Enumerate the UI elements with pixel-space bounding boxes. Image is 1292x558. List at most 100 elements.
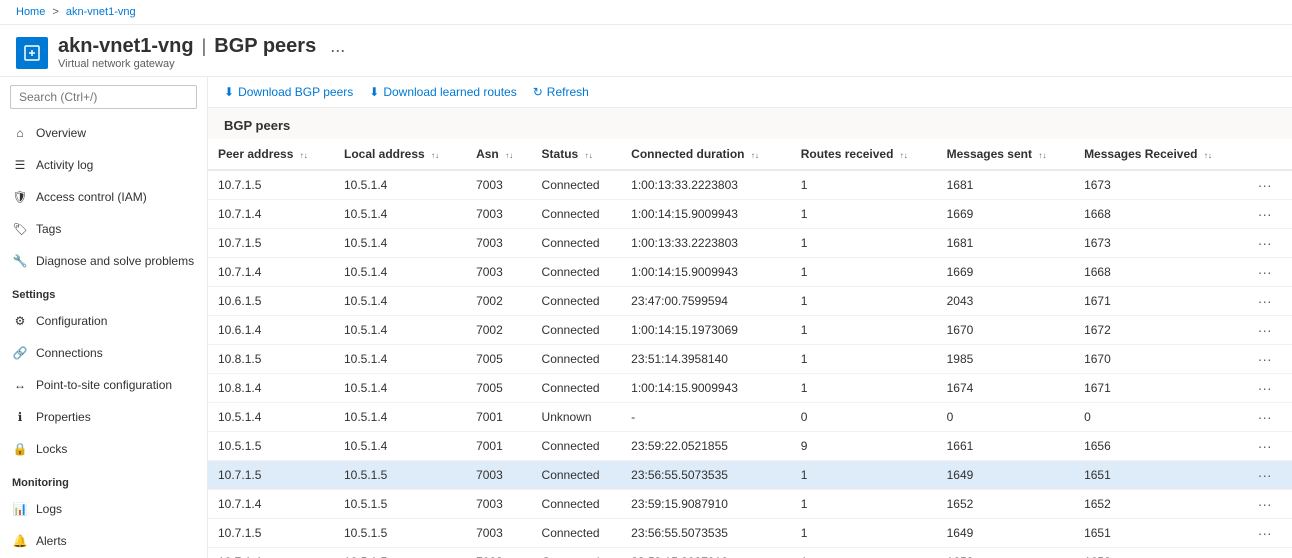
sidebar-item-alerts[interactable]: 🔔 Alerts [0,525,207,557]
col-local-address[interactable]: Local address ↑↓ [334,139,466,170]
cell-row-menu[interactable]: ··· [1244,461,1292,490]
cell-asn: 7003 [466,229,531,258]
col-actions [1244,139,1292,170]
cell-row-menu[interactable]: ··· [1244,432,1292,461]
row-context-menu[interactable]: ··· [1254,380,1276,396]
download-routes-button[interactable]: ⬇ Download learned routes [369,85,516,99]
download-routes-label: Download learned routes [383,85,516,99]
cell-messages-sent: 1669 [937,258,1074,287]
sidebar-label-logs: Logs [36,502,62,516]
row-context-menu[interactable]: ··· [1254,438,1276,454]
sidebar-label-connections: Connections [36,346,103,360]
download-bgp-button[interactable]: ⬇ Download BGP peers [224,85,353,99]
sidebar-item-activity-log[interactable]: ☰ Activity log [0,149,207,181]
settings-section-title: Settings [0,277,207,305]
table-row[interactable]: 10.7.1.4 10.5.1.5 7003 Connected 23:59:1… [208,548,1292,558]
table-row[interactable]: 10.7.1.5 10.5.1.5 7003 Connected 23:56:5… [208,461,1292,490]
search-input[interactable] [10,85,197,109]
table-row[interactable]: 10.7.1.5 10.5.1.4 7003 Connected 1:00:13… [208,170,1292,200]
cell-local-address: 10.5.1.4 [334,287,466,316]
link-icon: 🔗 [12,345,28,361]
table-row[interactable]: 10.8.1.4 10.5.1.4 7005 Connected 1:00:14… [208,374,1292,403]
sidebar-item-logs[interactable]: 📊 Logs [0,493,207,525]
cell-messages-received: 1656 [1074,432,1244,461]
sidebar-label-activity-log: Activity log [36,158,93,172]
lock-icon: 🔒 [12,441,28,457]
sidebar-item-connections[interactable]: 🔗 Connections [0,337,207,369]
row-context-menu[interactable]: ··· [1254,351,1276,367]
cell-local-address: 10.5.1.4 [334,374,466,403]
cell-peer-address: 10.7.1.5 [208,170,334,200]
cell-routes-received: 9 [791,432,937,461]
breadcrumb-home[interactable]: Home [16,6,45,18]
cell-messages-sent: 1652 [937,548,1074,558]
cell-row-menu[interactable]: ··· [1244,548,1292,558]
sidebar-item-access-control[interactable]: 🛡 Access control (IAM) [0,181,207,213]
cell-routes-received: 1 [791,287,937,316]
row-context-menu[interactable]: ··· [1254,496,1276,512]
col-asn[interactable]: Asn ↑↓ [466,139,531,170]
cell-row-menu[interactable]: ··· [1244,229,1292,258]
sidebar-label-overview: Overview [36,126,86,140]
row-context-menu[interactable]: ··· [1254,206,1276,222]
cell-row-menu[interactable]: ··· [1244,374,1292,403]
col-messages-received[interactable]: Messages Received ↑↓ [1074,139,1244,170]
header-dots[interactable]: ... [330,36,345,57]
cell-row-menu[interactable]: ··· [1244,316,1292,345]
col-connected-duration[interactable]: Connected duration ↑↓ [621,139,791,170]
cell-local-address: 10.5.1.4 [334,170,466,200]
bell-icon: 🔔 [12,533,28,549]
table-row[interactable]: 10.6.1.5 10.5.1.4 7002 Connected 23:47:0… [208,287,1292,316]
row-context-menu[interactable]: ··· [1254,177,1276,193]
tag-icon: 🏷 [12,221,28,237]
cell-connected-duration: 1:00:14:15.9009943 [621,374,791,403]
row-context-menu[interactable]: ··· [1254,322,1276,338]
cell-connected-duration: 23:59:15.9087910 [621,548,791,558]
col-peer-address[interactable]: Peer address ↑↓ [208,139,334,170]
table-row[interactable]: 10.5.1.5 10.5.1.4 7001 Connected 23:59:2… [208,432,1292,461]
row-context-menu[interactable]: ··· [1254,467,1276,483]
table-row[interactable]: 10.5.1.4 10.5.1.4 7001 Unknown - 0 0 0 ·… [208,403,1292,432]
sidebar-item-locks[interactable]: 🔒 Locks [0,433,207,465]
col-messages-sent[interactable]: Messages sent ↑↓ [937,139,1074,170]
table-row[interactable]: 10.7.1.4 10.5.1.4 7003 Connected 1:00:14… [208,258,1292,287]
row-context-menu[interactable]: ··· [1254,235,1276,251]
refresh-icon: ↻ [533,85,543,99]
sidebar-item-diagnose[interactable]: 🔧 Diagnose and solve problems [0,245,207,277]
table-row[interactable]: 10.6.1.4 10.5.1.4 7002 Connected 1:00:14… [208,316,1292,345]
row-context-menu[interactable]: ··· [1254,264,1276,280]
cell-status: Connected [532,345,622,374]
col-status[interactable]: Status ↑↓ [532,139,622,170]
row-context-menu[interactable]: ··· [1254,409,1276,425]
cell-row-menu[interactable]: ··· [1244,200,1292,229]
cell-row-menu[interactable]: ··· [1244,258,1292,287]
cell-messages-sent: 1649 [937,519,1074,548]
table-row[interactable]: 10.7.1.4 10.5.1.5 7003 Connected 23:59:1… [208,490,1292,519]
col-routes-received[interactable]: Routes received ↑↓ [791,139,937,170]
sidebar-item-properties[interactable]: ℹ Properties [0,401,207,433]
sidebar-item-tags[interactable]: 🏷 Tags [0,213,207,245]
cell-messages-received: 0 [1074,403,1244,432]
sidebar-item-overview[interactable]: ⌂ Overview [0,117,207,149]
cell-local-address: 10.5.1.4 [334,432,466,461]
sidebar-item-configuration[interactable]: ⚙ Configuration [0,305,207,337]
refresh-button[interactable]: ↻ Refresh [533,85,589,99]
row-context-menu[interactable]: ··· [1254,554,1276,558]
table-row[interactable]: 10.7.1.5 10.5.1.4 7003 Connected 1:00:13… [208,229,1292,258]
cell-row-menu[interactable]: ··· [1244,490,1292,519]
cell-row-menu[interactable]: ··· [1244,403,1292,432]
cell-row-menu[interactable]: ··· [1244,519,1292,548]
cell-row-menu[interactable]: ··· [1244,170,1292,200]
sidebar-item-point-to-site[interactable]: ↔ Point-to-site configuration [0,369,207,401]
cell-routes-received: 1 [791,374,937,403]
cell-row-menu[interactable]: ··· [1244,287,1292,316]
table-row[interactable]: 10.7.1.5 10.5.1.5 7003 Connected 23:56:5… [208,519,1292,548]
cell-asn: 7001 [466,432,531,461]
table-row[interactable]: 10.7.1.4 10.5.1.4 7003 Connected 1:00:14… [208,200,1292,229]
row-context-menu[interactable]: ··· [1254,525,1276,541]
table-row[interactable]: 10.8.1.5 10.5.1.4 7005 Connected 23:51:1… [208,345,1292,374]
row-context-menu[interactable]: ··· [1254,293,1276,309]
breadcrumb-resource[interactable]: akn-vnet1-vng [66,6,136,18]
cell-row-menu[interactable]: ··· [1244,345,1292,374]
cell-peer-address: 10.8.1.4 [208,374,334,403]
